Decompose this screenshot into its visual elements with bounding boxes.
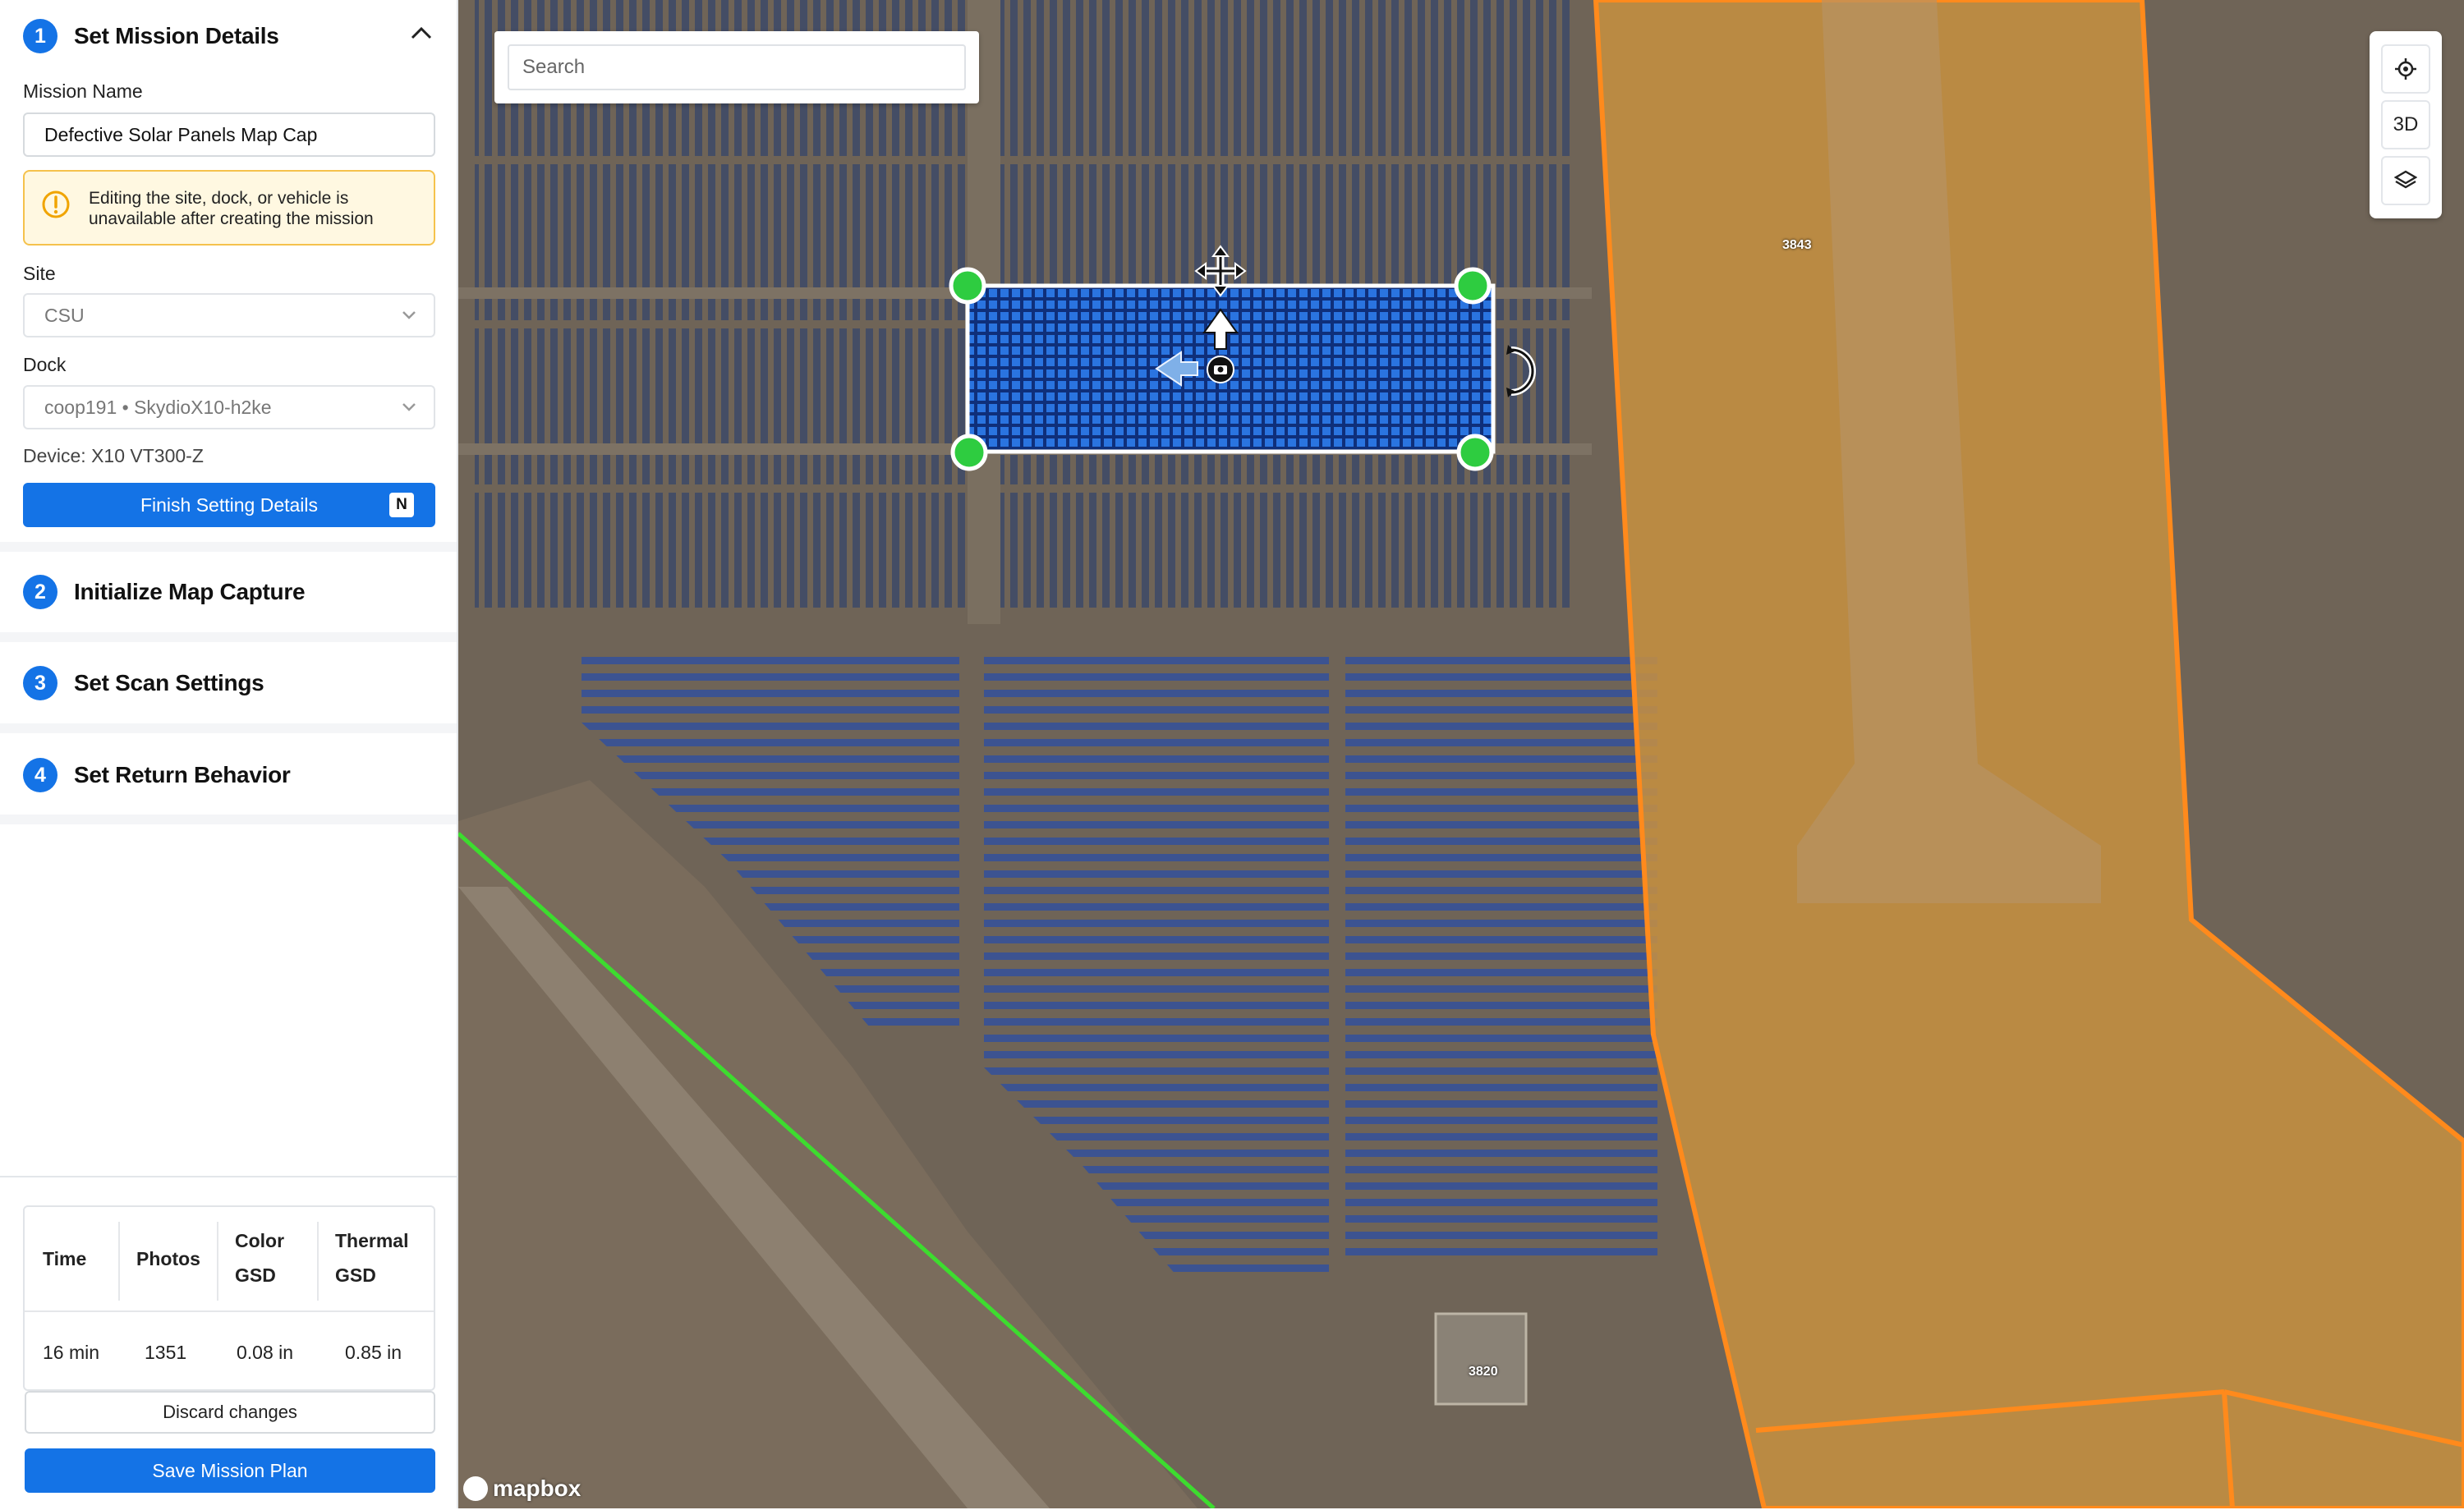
time-header: Time — [43, 1248, 87, 1269]
building-label-3843: 3843 — [1782, 238, 1812, 252]
chevron-down-icon — [402, 403, 416, 411]
step-1-title: Set Mission Details — [74, 23, 279, 48]
corner-handle-bottom-right[interactable] — [1456, 434, 1494, 471]
step-3-header[interactable]: 3 Set Scan Settings — [23, 664, 264, 702]
column-divider — [217, 1222, 218, 1301]
step-1-number: 1 — [23, 19, 57, 53]
shortcut-key-badge: N — [389, 493, 414, 517]
dock-select-value: coop191 • SkydioX10-h2ke — [44, 397, 272, 418]
step-divider — [0, 632, 457, 642]
crosshair-icon — [2395, 58, 2416, 80]
mission-name-input[interactable]: Defective Solar Panels Map Cap — [23, 112, 435, 157]
corner-handle-top-right[interactable] — [1454, 267, 1492, 305]
step-4-number: 4 — [23, 758, 57, 792]
mapbox-icon — [463, 1476, 488, 1501]
corner-handle-bottom-left[interactable] — [950, 434, 988, 471]
photos-header: Photos — [136, 1248, 200, 1269]
site-label: Site — [23, 263, 56, 284]
warning-text: Editing the site, dock, or vehicle is un… — [89, 189, 374, 228]
layers-button[interactable] — [2381, 156, 2430, 205]
map-search-input[interactable]: Search — [508, 44, 966, 90]
step-3-number: 3 — [23, 666, 57, 700]
warning-icon — [42, 190, 70, 218]
chevron-down-icon — [402, 311, 416, 319]
step-2-number: 2 — [23, 575, 57, 609]
save-mission-plan-button[interactable]: Save Mission Plan — [25, 1448, 435, 1493]
map-imagery[interactable] — [458, 0, 2464, 1508]
locate-button[interactable] — [2381, 44, 2430, 94]
step-4-title: Set Return Behavior — [74, 762, 291, 787]
thermal-gsd-value: 0.85 in — [345, 1342, 402, 1363]
finish-button-label: Finish Setting Details — [140, 493, 319, 516]
step-divider — [0, 542, 457, 552]
mission-stats-table: Time Photos Color GSD Thermal GSD 16 min… — [23, 1205, 435, 1391]
toggle-3d-button[interactable]: 3D — [2381, 100, 2430, 149]
site-select-value: CSU — [44, 305, 85, 326]
time-value: 16 min — [43, 1342, 100, 1363]
thermal-gsd-header-line1: Thermal — [335, 1230, 409, 1251]
chevron-up-icon[interactable] — [411, 25, 432, 41]
dock-label: Dock — [23, 354, 67, 375]
corner-handle-top-left[interactable] — [949, 267, 986, 305]
step-divider — [0, 815, 457, 824]
mission-summary-panel: Time Photos Color GSD Thermal GSD 16 min… — [0, 1176, 457, 1510]
layers-icon — [2394, 170, 2417, 189]
step-1-header[interactable]: 1 Set Mission Details — [23, 17, 279, 55]
color-gsd-value: 0.08 in — [237, 1342, 294, 1363]
mapbox-wordmark: mapbox — [493, 1476, 582, 1501]
color-gsd-header-line2: GSD — [235, 1264, 276, 1286]
mission-sidebar: 1 Set Mission Details Mission Name Defec… — [0, 0, 458, 1510]
discard-changes-button[interactable]: Discard changes — [25, 1391, 435, 1434]
building-3820 — [1434, 1312, 1528, 1406]
photos-value: 1351 — [145, 1342, 187, 1363]
satellite-map[interactable]: 3843 3820 Search 3D mapbox — [458, 0, 2464, 1508]
row-divider — [25, 1310, 434, 1312]
edit-warning-banner: Editing the site, dock, or vehicle is un… — [23, 170, 435, 246]
step-divider — [0, 723, 457, 733]
device-info: Device: X10 VT300-Z — [23, 445, 204, 466]
thermal-gsd-header-line2: GSD — [335, 1264, 376, 1286]
step-4-header[interactable]: 4 Set Return Behavior — [23, 756, 291, 794]
building-label-3820: 3820 — [1469, 1365, 1498, 1379]
camera-icon — [1207, 356, 1234, 383]
step-2-header[interactable]: 2 Initialize Map Capture — [23, 573, 306, 611]
map-controls: 3D — [2370, 31, 2442, 218]
color-gsd-header-line1: Color — [235, 1230, 285, 1251]
site-select[interactable]: CSU — [23, 293, 435, 337]
step-2-title: Initialize Map Capture — [74, 579, 306, 604]
dock-select[interactable]: coop191 • SkydioX10-h2ke — [23, 385, 435, 429]
column-divider — [118, 1222, 120, 1301]
map-search-card: Search — [494, 31, 979, 103]
column-divider — [317, 1222, 319, 1301]
mapbox-attribution-logo[interactable]: mapbox — [463, 1475, 581, 1503]
finish-setting-details-button[interactable]: Finish Setting Details N — [23, 483, 435, 527]
step-3-title: Set Scan Settings — [74, 670, 264, 695]
mission-name-label: Mission Name — [23, 80, 143, 102]
solar-field-lower-right — [1345, 649, 1657, 1264]
